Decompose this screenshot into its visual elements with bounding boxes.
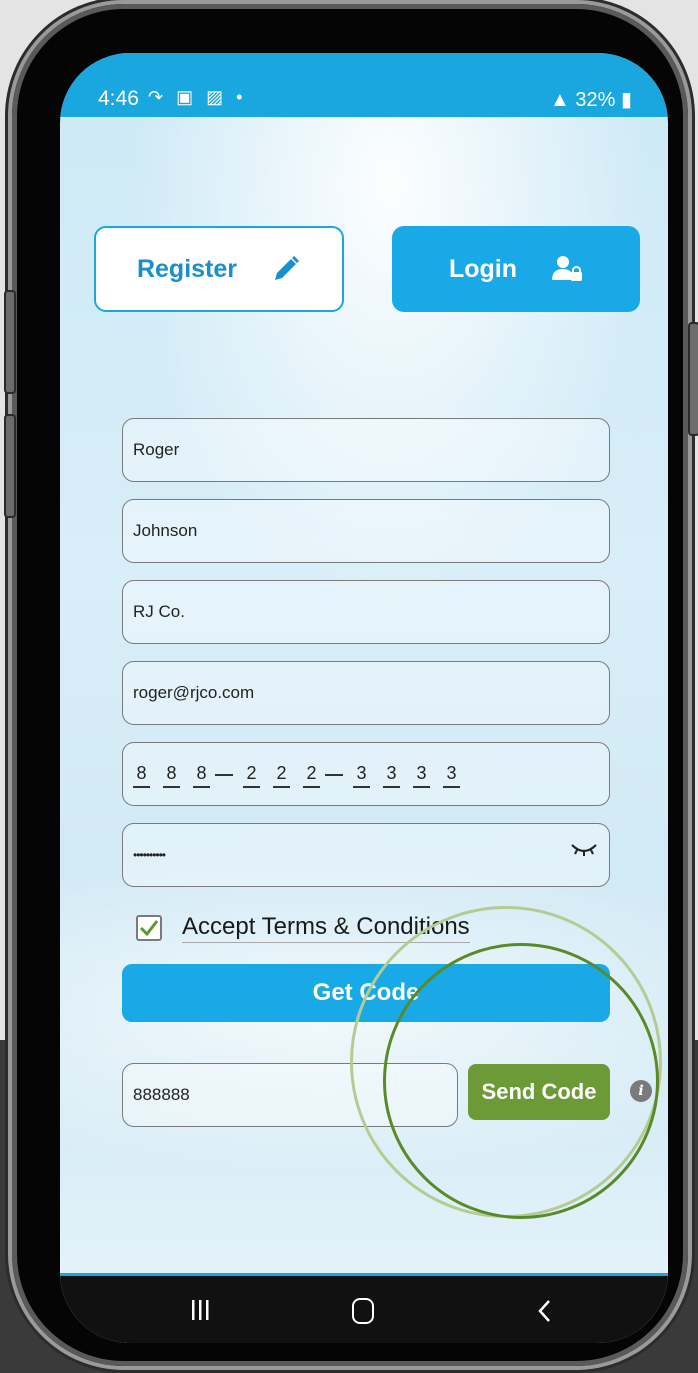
register-tab-button[interactable]: Register [94, 226, 344, 312]
email-field[interactable]: roger@rjco.com [122, 661, 610, 725]
eye-closed-icon[interactable] [569, 840, 599, 860]
last-name-field[interactable]: Johnson [122, 499, 610, 563]
phone-separator [215, 774, 233, 776]
phone-digit: 8 [133, 763, 150, 788]
password-field[interactable]: •••••••••• [122, 823, 610, 887]
highlight-ring-inner [383, 943, 659, 1219]
checkmark-icon [139, 920, 159, 937]
phone-digit: 3 [383, 763, 400, 788]
home-icon[interactable] [352, 1298, 374, 1324]
recent-apps-icon[interactable] [190, 1298, 210, 1322]
phone-separator [325, 774, 343, 776]
verification-code-value: 888888 [133, 1085, 190, 1104]
phone-digit: 2 [303, 763, 320, 788]
volume-button [4, 290, 16, 394]
user-lock-icon [552, 256, 583, 281]
phone-field[interactable]: 8 8 8 2 2 2 3 3 3 3 [122, 742, 610, 806]
status-time: 4:46 [98, 87, 139, 110]
first-name-value: Roger [133, 440, 180, 459]
signal-icon: ▲ [550, 89, 570, 111]
battery-level: 32% [575, 89, 616, 111]
battery-icon: ▮ [620, 89, 632, 111]
notification-icons: ↷ ▣ ▨ • [148, 87, 247, 107]
phone-digit: 2 [243, 763, 260, 788]
power-button [688, 322, 698, 436]
password-value: •••••••••• [133, 848, 166, 862]
phone-digits: 8 8 8 2 2 2 3 3 3 3 [133, 761, 473, 788]
register-label: Register [136, 254, 238, 283]
pencil-icon [275, 255, 300, 280]
back-icon[interactable] [536, 1298, 554, 1324]
first-name-field[interactable]: Roger [122, 418, 610, 482]
login-label: Login [448, 254, 518, 283]
last-name-value: Johnson [133, 521, 198, 540]
phone-digit: 8 [163, 763, 180, 788]
login-tab-button[interactable]: Login [392, 226, 640, 312]
phone-digit: 8 [193, 763, 210, 788]
phone-digit: 3 [413, 763, 430, 788]
terms-checkbox[interactable] [136, 915, 162, 941]
phone-digit: 3 [443, 763, 460, 788]
phone-digit: 2 [273, 763, 290, 788]
company-value: RJ Co. [133, 602, 185, 621]
phone-digit: 3 [353, 763, 370, 788]
navigation-bar [60, 1273, 668, 1343]
status-bar: 4:46 ↷ ▣ ▨ • ▲ 32% ▮ [60, 53, 668, 117]
company-field[interactable]: RJ Co. [122, 580, 610, 644]
email-value: roger@rjco.com [133, 683, 255, 702]
volume-button [4, 414, 16, 518]
status-right: ▲ 32% ▮ [550, 87, 632, 112]
